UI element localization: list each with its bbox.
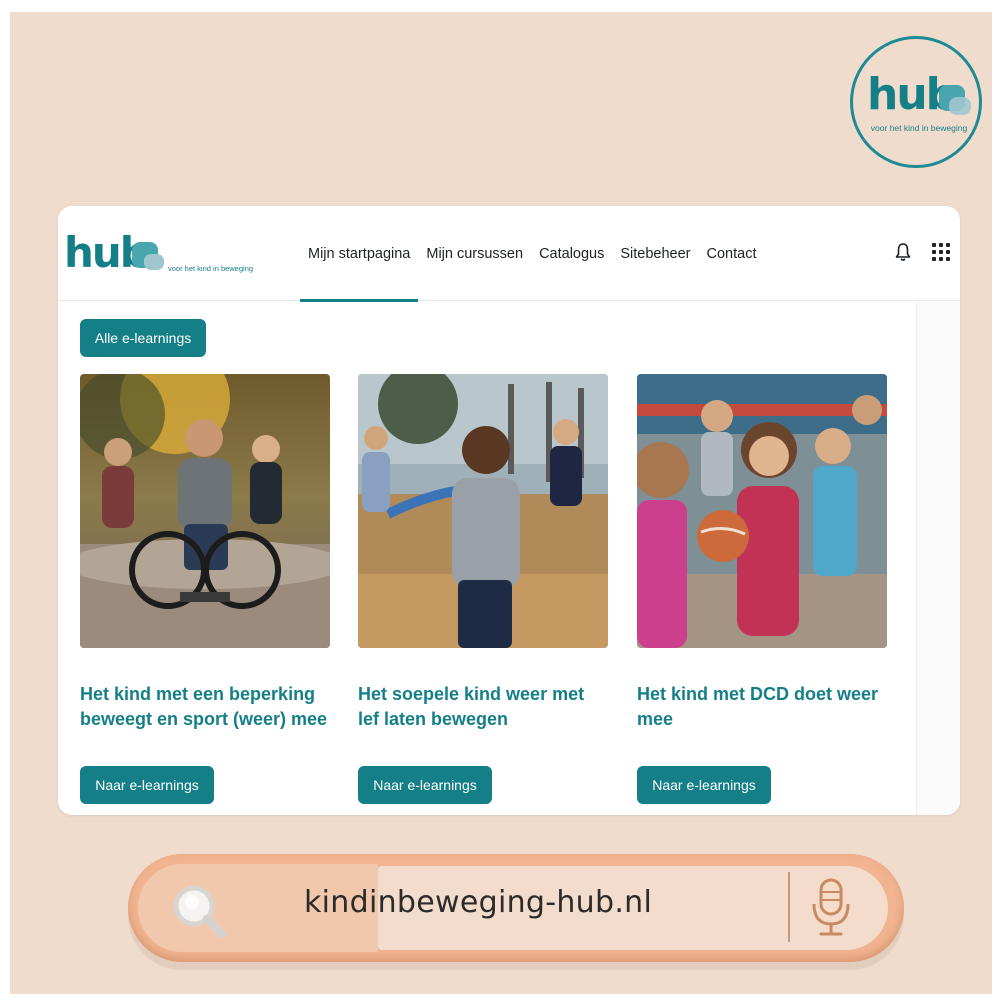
logo-tagline: voor het kind in beweging (168, 264, 254, 273)
hub-badge-logo: hub voor het kind in beweging (850, 36, 982, 168)
search-divider (788, 872, 790, 942)
microphone-icon[interactable] (808, 876, 854, 940)
nav-item-catalogus[interactable]: Catalogus (531, 206, 612, 301)
main-nav: Mijn startpagina Mijn cursussen Catalogu… (300, 206, 765, 302)
search-url-text[interactable]: kindinbeweging-hub.nl (304, 885, 652, 920)
nav-item-mijn-cursussen[interactable]: Mijn cursussen (418, 206, 531, 301)
logo-blob (144, 254, 164, 270)
magnifier-icon[interactable] (168, 880, 232, 942)
nav-item-mijn-startpagina[interactable]: Mijn startpagina (300, 206, 419, 302)
search-bar[interactable]: kindinbeweging-hub.nl (128, 854, 904, 962)
nav-item-contact[interactable]: Contact (699, 206, 765, 301)
scroll-area[interactable] (916, 302, 960, 815)
course-title[interactable]: Het kind met een beperking beweegt en sp… (80, 682, 330, 732)
site-logo[interactable]: hub voor het kind in beweging (64, 228, 264, 278)
badge-tagline: voor het kind in beweging (870, 123, 968, 133)
site-header: hub voor het kind in beweging Mijn start… (58, 206, 960, 302)
all-elearnings-button[interactable]: Alle e-learnings (80, 319, 206, 357)
browser-window: hub voor het kind in beweging Mijn start… (58, 206, 960, 815)
course-button[interactable]: Naar e-learnings (637, 766, 771, 804)
child-in-wheelchair-park-photo[interactable] (80, 374, 330, 648)
course-title[interactable]: Het soepele kind weer met lef laten bewe… (358, 682, 608, 732)
child-running-playground-photo[interactable] (358, 374, 608, 648)
main-content: Alle e-learnings Het kind met een beperk… (58, 302, 916, 815)
course-title[interactable]: Het kind met DCD doet weer mee (637, 682, 887, 732)
badge-blob (949, 97, 971, 115)
girl-holding-ball-photo[interactable] (637, 374, 887, 648)
nav-item-sitebeheer[interactable]: Sitebeheer (612, 206, 698, 301)
app-grid-icon[interactable] (932, 243, 950, 261)
bell-icon[interactable] (894, 242, 912, 262)
course-button[interactable]: Naar e-learnings (358, 766, 492, 804)
course-button[interactable]: Naar e-learnings (80, 766, 214, 804)
